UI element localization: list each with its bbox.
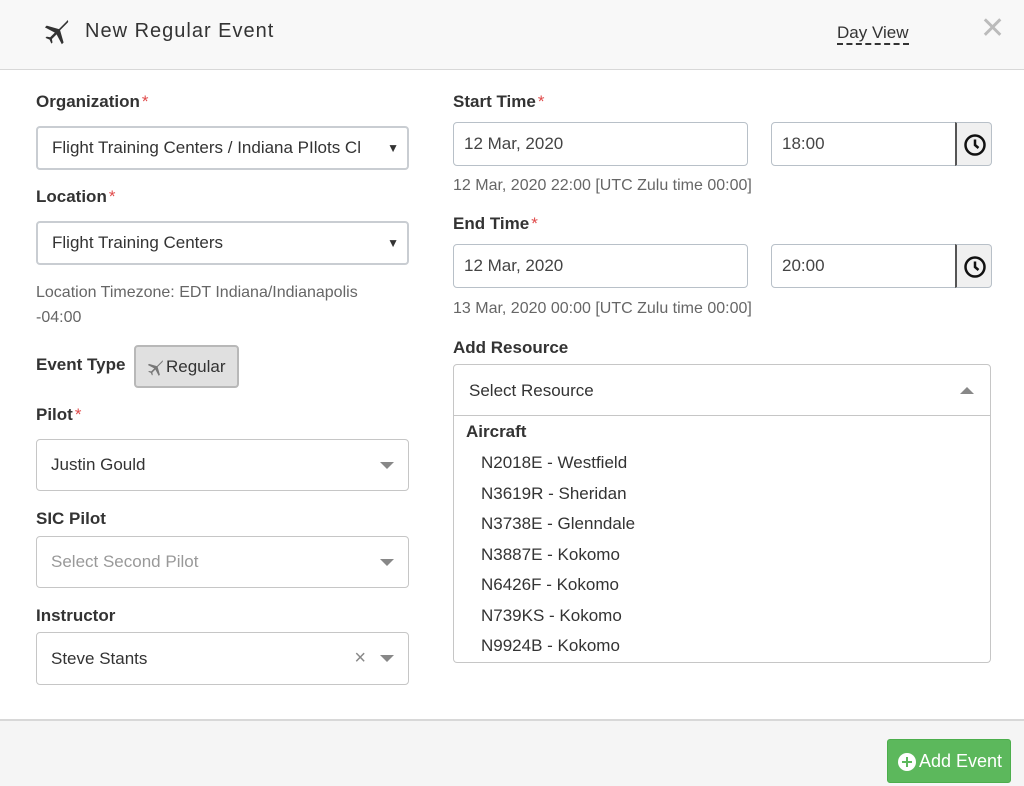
resource-option[interactable]: N6426F - Kokomo [481, 575, 619, 595]
resource-option[interactable]: N3738E - Glenndale [481, 514, 635, 534]
add-resource-label: Add Resource [453, 338, 569, 357]
resource-option[interactable]: N9924B - Kokomo [481, 636, 620, 656]
location-select[interactable]: Flight Training Centers ▼ [36, 221, 409, 265]
required-marker: * [141, 92, 149, 111]
organization-value: Flight Training Centers / Indiana PIlots… [52, 138, 361, 157]
event-type-button-label: Regular [166, 357, 226, 376]
end-time-label-text: End Time [453, 214, 530, 233]
resource-dropdown-list: Aircraft N2018E - Westfield N3619R - She… [453, 416, 991, 663]
clear-icon[interactable]: × [354, 633, 366, 684]
resource-option[interactable]: N3619R - Sheridan [481, 484, 627, 504]
event-type-regular-button[interactable]: Regular [134, 345, 239, 388]
organization-select[interactable]: Flight Training Centers / Indiana PIlots… [36, 126, 409, 170]
sic-pilot-label: SIC Pilot [36, 509, 106, 528]
event-type-label: Event Type [36, 355, 126, 374]
resource-group-aircraft: Aircraft [466, 422, 527, 441]
end-time-zulu: 13 Mar, 2020 00:00 [UTC Zulu time 00:00] [453, 300, 752, 317]
resource-option[interactable]: N2018E - Westfield [481, 453, 627, 473]
add-event-button[interactable]: Add Event [887, 739, 1011, 783]
pilot-label-text: Pilot [36, 405, 73, 424]
required-marker: * [531, 214, 538, 233]
resource-placeholder: Select Resource [469, 381, 594, 400]
close-icon[interactable]: ✕ [980, 14, 1005, 44]
modal-title: New Regular Event [85, 20, 275, 42]
pilot-select[interactable]: Justin Gould [36, 439, 409, 491]
sic-pilot-placeholder: Select Second Pilot [51, 552, 199, 571]
location-timezone: Location Timezone: EDT Indiana/Indianapo… [36, 280, 358, 330]
start-time-label: Start Time * [453, 92, 544, 112]
add-event-label: Add Event [919, 751, 1003, 771]
airplane-icon [147, 360, 163, 376]
required-marker: * [108, 187, 116, 206]
organization-label: Organization * [36, 92, 149, 112]
start-time-clock-button[interactable] [955, 122, 992, 166]
end-date-input[interactable]: 12 Mar, 2020 [453, 244, 748, 288]
location-label-text: Location [36, 187, 107, 206]
resource-select[interactable]: Select Resource [453, 364, 991, 416]
plus-circle-icon [898, 753, 916, 771]
end-time-input[interactable]: 20:00 [771, 244, 957, 288]
chevron-down-icon [380, 559, 394, 566]
start-time-zulu: 12 Mar, 2020 22:00 [UTC Zulu time 00:00] [453, 177, 752, 194]
start-time-label-text: Start Time [453, 92, 536, 111]
resource-option[interactable]: N3887E - Kokomo [481, 545, 620, 565]
instructor-label: Instructor [36, 606, 116, 625]
clock-icon [964, 134, 986, 156]
caret-down-icon: ▼ [387, 141, 399, 155]
start-date-input[interactable]: 12 Mar, 2020 [453, 122, 748, 166]
start-time-input[interactable]: 18:00 [771, 122, 957, 166]
resource-option[interactable]: N739KS - Kokomo [481, 606, 622, 626]
end-time-clock-button[interactable] [955, 244, 992, 288]
airplane-icon [44, 20, 69, 45]
chevron-down-icon [380, 655, 394, 662]
day-view-link[interactable]: Day View [837, 23, 909, 45]
required-marker: * [74, 405, 82, 424]
pilot-value: Justin Gould [51, 455, 146, 474]
timezone-line-2: -04:00 [36, 309, 82, 326]
caret-down-icon: ▼ [387, 236, 399, 250]
modal-footer [0, 719, 1024, 786]
clock-icon [964, 256, 986, 278]
instructor-select[interactable]: Steve Stants × [36, 632, 409, 685]
pilot-label: Pilot * [36, 405, 81, 425]
chevron-up-icon [960, 387, 974, 394]
organization-label-text: Organization [36, 92, 140, 111]
location-label: Location * [36, 187, 115, 207]
location-value: Flight Training Centers [52, 233, 224, 252]
modal-header: New Regular Event Day View ✕ [0, 0, 1024, 70]
sic-pilot-select[interactable]: Select Second Pilot [36, 536, 409, 588]
required-marker: * [537, 92, 545, 111]
end-time-label: End Time * [453, 214, 538, 234]
timezone-line-1: Location Timezone: EDT Indiana/Indianapo… [36, 284, 358, 301]
chevron-down-icon [380, 462, 394, 469]
